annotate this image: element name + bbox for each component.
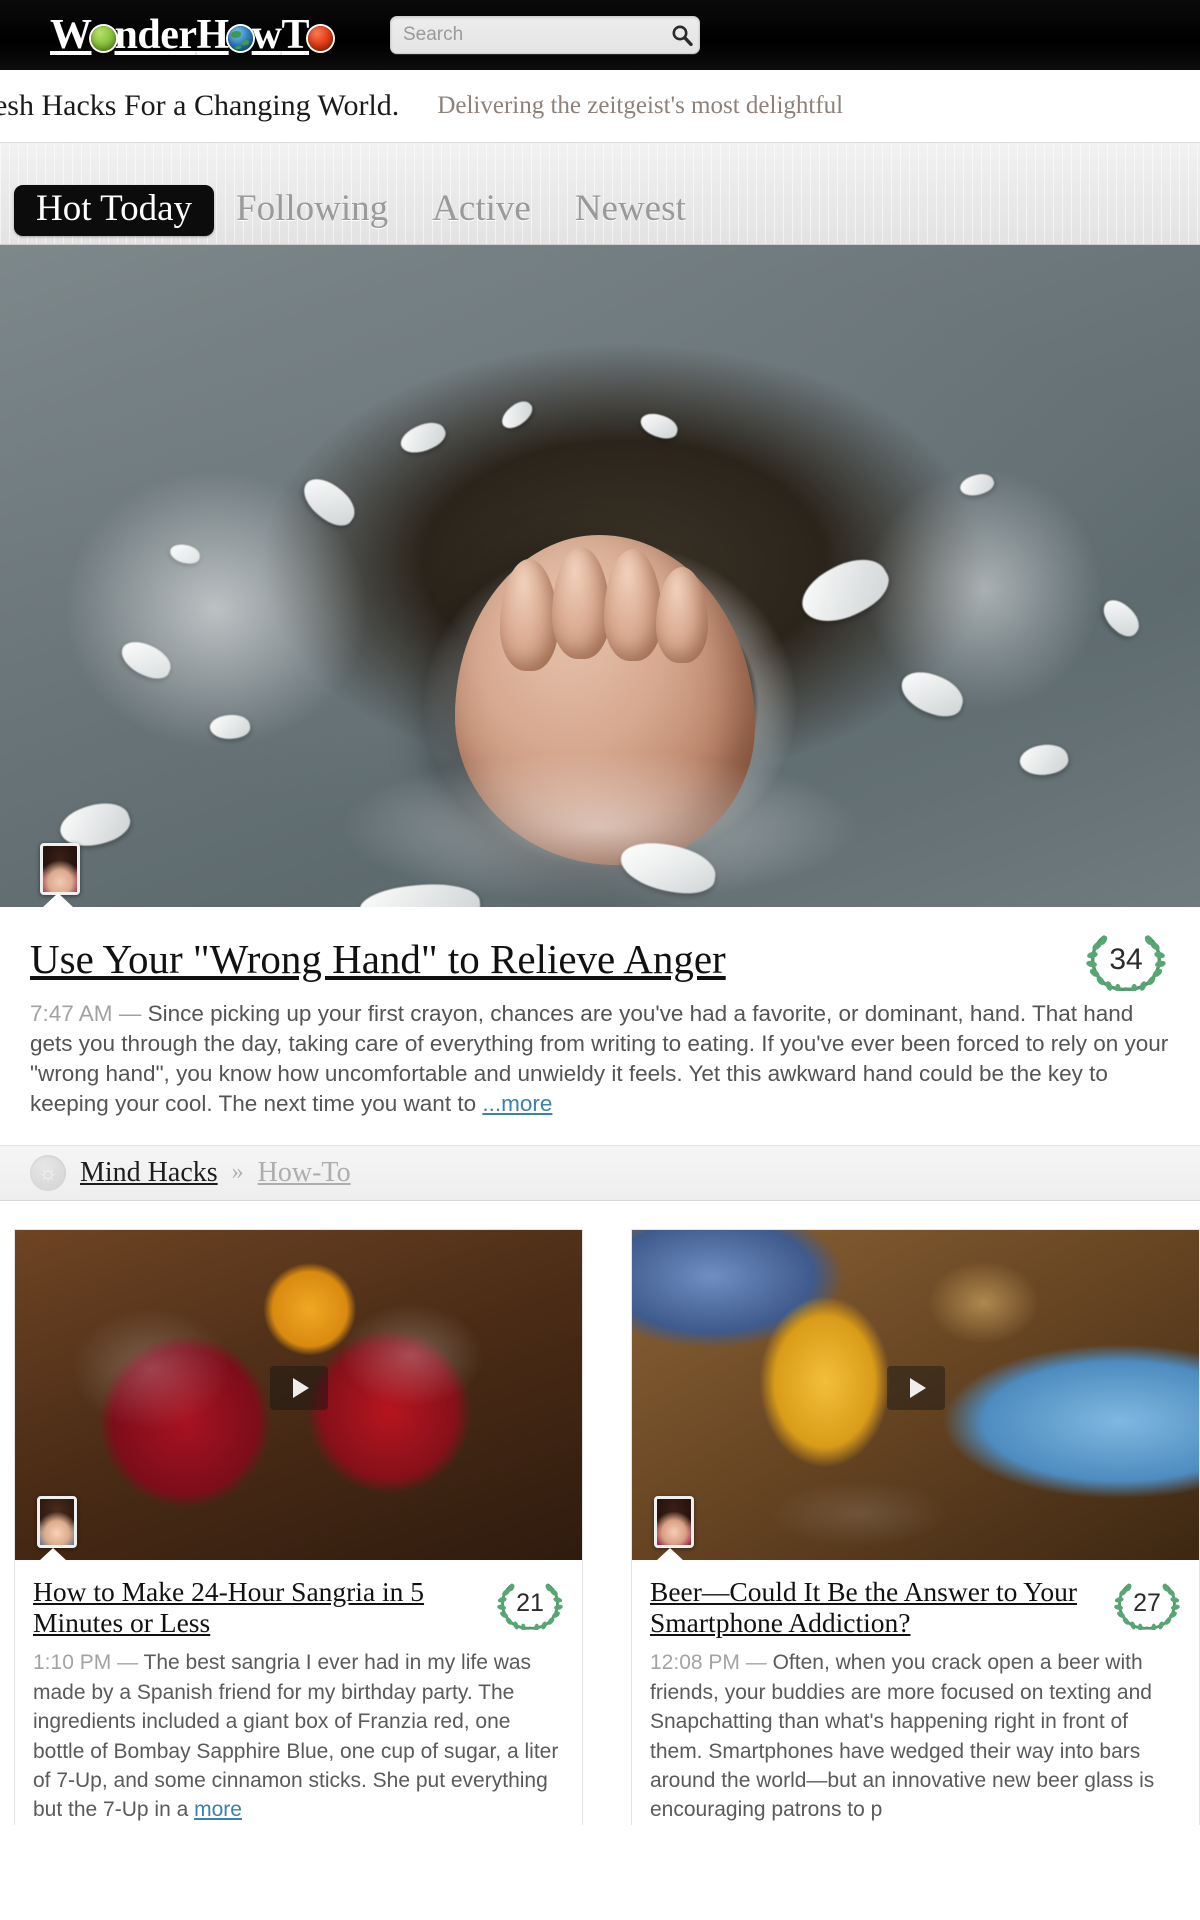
- card-title-row: How to Make 24-Hour Sangria in 5 Minutes…: [15, 1560, 582, 1643]
- avatar-image: [40, 1498, 74, 1545]
- hero-image[interactable]: [0, 245, 1200, 907]
- site-logo[interactable]: WnderH wT: [50, 12, 334, 58]
- status-badge-value: 27: [1133, 1589, 1161, 1618]
- search-box[interactable]: [390, 16, 700, 54]
- tab-newest[interactable]: Newest: [553, 185, 708, 236]
- read-more-link[interactable]: ...more: [482, 1091, 552, 1116]
- mind-hacks-icon: ☼: [30, 1154, 66, 1191]
- card-dash: —: [117, 1651, 139, 1675]
- logo-text-w: W: [50, 12, 92, 58]
- tab-active[interactable]: Active: [410, 185, 553, 236]
- avatar-image: [43, 846, 77, 892]
- hero-body-text: Since picking up your first crayon, chan…: [30, 1001, 1169, 1116]
- hero-debris: [0, 245, 1200, 907]
- card-excerpt: 1:10 PM — The best sangria I ever had in…: [15, 1642, 582, 1824]
- tab-following[interactable]: Following: [214, 185, 410, 236]
- status-badge: 34: [1080, 929, 1172, 991]
- card-title[interactable]: Beer—Could It Be the Answer to Your Smar…: [650, 1576, 1099, 1639]
- site-header: WnderH wT: [0, 0, 1200, 70]
- card-body-text: The best sangria I ever had in my life w…: [33, 1651, 559, 1822]
- breadcrumb-subcategory[interactable]: How-To: [258, 1157, 351, 1189]
- card-timestamp: 1:10 PM: [33, 1651, 112, 1675]
- avatar[interactable]: [40, 843, 80, 895]
- status-badge-value: 34: [1109, 943, 1143, 976]
- logo-text-nder: nder: [114, 12, 198, 58]
- hero-title-row: Use Your "Wrong Hand" to Relieve Anger 3…: [0, 907, 1200, 997]
- hero-notch: [42, 893, 74, 907]
- status-badge: 21: [492, 1578, 568, 1630]
- card-dash: —: [745, 1651, 767, 1675]
- avatar-image: [657, 1498, 691, 1545]
- avatar[interactable]: [654, 1495, 694, 1548]
- card-body-text: Often, when you crack open a beer with f…: [650, 1651, 1155, 1822]
- status-badge-value: 21: [516, 1589, 544, 1618]
- search-icon[interactable]: [665, 24, 699, 46]
- page-title[interactable]: Use Your "Wrong Hand" to Relieve Anger: [30, 936, 1066, 983]
- post-grid: How to Make 24-Hour Sangria in 5 Minutes…: [0, 1200, 1200, 1825]
- card-notch: [39, 1547, 67, 1560]
- feed-tabs: Hot Today Following Active Newest: [0, 143, 1200, 245]
- logo-dot-red-icon: [308, 26, 334, 51]
- card-timestamp: 12:08 PM: [650, 1651, 740, 1675]
- logo-text-t: T: [281, 12, 310, 58]
- play-icon[interactable]: [269, 1366, 328, 1411]
- card-title[interactable]: How to Make 24-Hour Sangria in 5 Minutes…: [33, 1576, 482, 1639]
- card-excerpt: 12:08 PM — Often, when you crack open a …: [632, 1642, 1199, 1824]
- card-notch: [656, 1547, 684, 1560]
- hero-timestamp: 7:47 AM: [30, 1001, 113, 1026]
- card-title-row: Beer—Could It Be the Answer to Your Smar…: [632, 1560, 1199, 1643]
- hero-excerpt: 7:47 AM — Since picking up your first cr…: [0, 997, 1200, 1145]
- card-image[interactable]: [632, 1229, 1199, 1560]
- tagline-subline: Delivering the zeitgeist's most delightf…: [437, 92, 844, 119]
- logo-globe-icon: [227, 26, 253, 51]
- site-tagline-bar: resh Hacks For a Changing World. Deliver…: [0, 70, 1200, 143]
- breadcrumb-separator: »: [231, 1159, 244, 1186]
- tab-hot-today[interactable]: Hot Today: [14, 185, 215, 236]
- read-more-link[interactable]: more: [194, 1798, 242, 1821]
- breadcrumb-category[interactable]: Mind Hacks: [80, 1157, 218, 1189]
- tagline-headline: resh Hacks For a Changing World.: [0, 89, 400, 122]
- avatar[interactable]: [37, 1495, 77, 1548]
- card-image[interactable]: [15, 1229, 582, 1560]
- play-icon[interactable]: [886, 1366, 945, 1411]
- hero-dash: —: [118, 1001, 142, 1026]
- status-badge: 27: [1109, 1578, 1185, 1630]
- list-item: How to Make 24-Hour Sangria in 5 Minutes…: [14, 1228, 583, 1825]
- logo-text-w2: w: [251, 12, 282, 58]
- list-item: Beer—Could It Be the Answer to Your Smar…: [631, 1228, 1200, 1825]
- hero-post: Use Your "Wrong Hand" to Relieve Anger 3…: [0, 245, 1200, 1201]
- breadcrumb: ☼ Mind Hacks » How-To: [0, 1144, 1200, 1201]
- search-input[interactable]: [391, 24, 665, 46]
- logo-text-h: H: [196, 12, 230, 58]
- logo-dot-green-icon: [90, 26, 116, 51]
